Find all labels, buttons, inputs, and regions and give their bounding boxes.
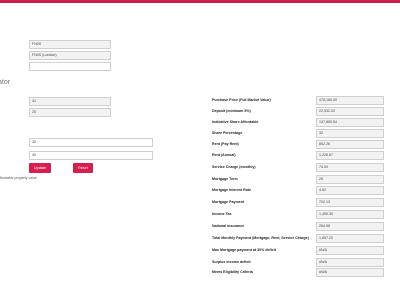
area-field[interactable]: FN0S (London) (29, 51, 111, 60)
result-label: Deposit (minimum 5%) (212, 109, 251, 113)
result-value[interactable]: 862.26 (316, 140, 384, 149)
result-label: Mortgage Payment (212, 200, 245, 204)
result-value[interactable]: 4.52 (316, 186, 384, 195)
result-label: Share Percentage (212, 131, 243, 135)
result-label: Rent (Annual) (212, 153, 236, 157)
result-label: Indicative Share Affordable (212, 120, 259, 124)
savings-input[interactable]: 40 (29, 151, 153, 160)
result-label: Service Charge (monthly) (212, 165, 256, 169)
result-value[interactable]: 32 (316, 129, 384, 138)
result-label: Meets Eligibility Criteria (212, 270, 253, 274)
result-value[interactable]: 22,932.00 (316, 107, 384, 116)
result-value[interactable]: 1,857.20 (316, 234, 384, 243)
result-value[interactable]: #N/A (316, 246, 384, 255)
result-label: Total Monthly Payment (Mortgage, Rent, S… (212, 236, 309, 240)
result-value[interactable]: 284.98 (316, 222, 384, 231)
years-field[interactable]: 20 (29, 108, 111, 117)
result-value[interactable]: 702.13 (316, 198, 384, 207)
income-input[interactable]: 30 (29, 138, 153, 147)
affordable-note: ffordable property value. (0, 176, 38, 180)
result-label: Max Mortgage payment at 30% deficit (212, 248, 276, 252)
update-button[interactable]: Update (29, 163, 51, 173)
result-label: Income Tax (212, 212, 232, 216)
result-label: Purchase Price (Full Market Value) (212, 98, 271, 102)
age-field[interactable]: 41 (29, 97, 111, 106)
result-value[interactable]: 1,490.30 (316, 210, 384, 219)
result-value[interactable]: 25 (316, 175, 384, 184)
result-label: Mortgage Term (212, 177, 238, 181)
extra-field[interactable] (29, 62, 111, 71)
result-value[interactable]: 478,180.00 (316, 96, 384, 105)
result-value[interactable]: 1,226.67 (316, 151, 384, 160)
result-label: Rent (Pay Rent) (212, 142, 239, 146)
borough-field[interactable]: FN0S (29, 40, 111, 49)
calculator-heading: ator (0, 79, 11, 86)
reset-button[interactable]: Reset (73, 163, 93, 173)
top-accent-bar (0, 0, 400, 3)
result-label: Mortgage Interest Rate (212, 188, 251, 192)
result-value[interactable]: 74.00 (316, 163, 384, 172)
result-value[interactable]: #N/A (316, 258, 384, 267)
result-label: National Insurance (212, 224, 245, 228)
result-value[interactable]: 137,850.54 (316, 118, 384, 127)
result-value[interactable]: #N/A (316, 268, 384, 277)
result-label: Surplus income deficit (212, 260, 251, 264)
